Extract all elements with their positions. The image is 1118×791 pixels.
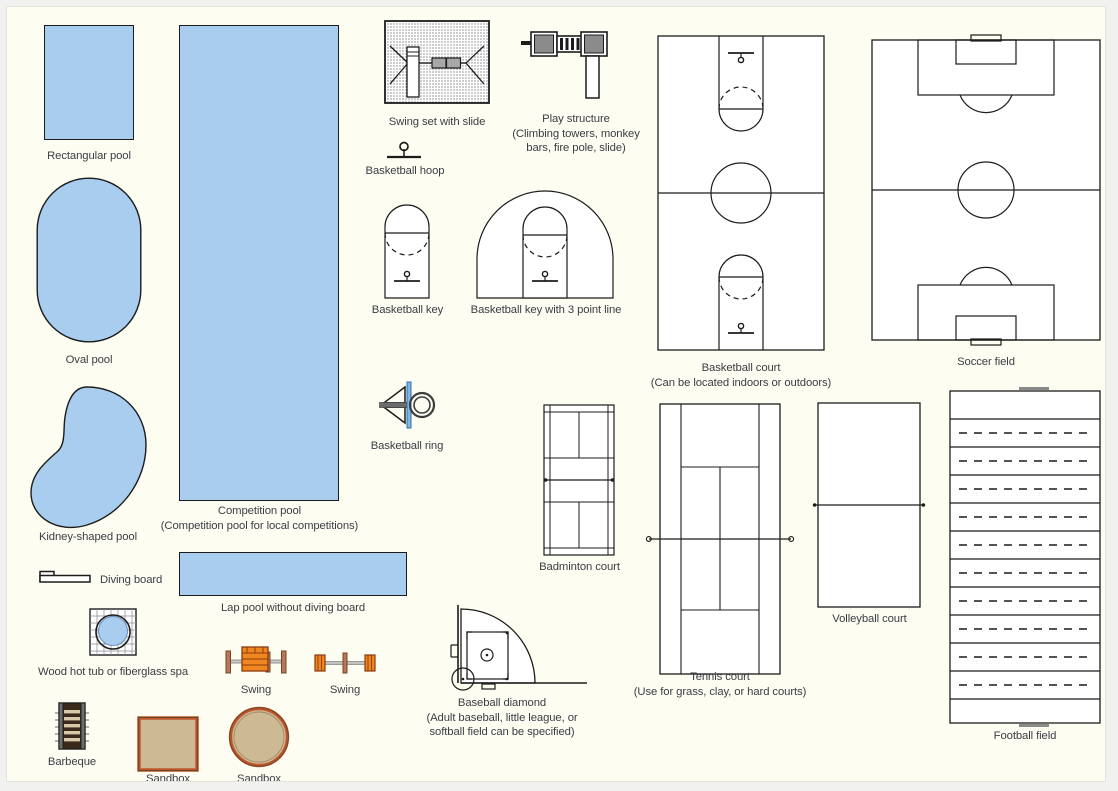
shape-swing-set-slide[interactable] <box>384 20 490 104</box>
shape-football-field[interactable] <box>949 387 1101 727</box>
swing-narrow-graphic <box>314 652 376 674</box>
label-rectangular-pool: Rectangular pool <box>47 150 131 162</box>
swing-set-slide-graphic <box>384 20 490 104</box>
lap-pool-graphic <box>179 552 407 596</box>
label-basketball-court: Basketball court (Can be located indoors… <box>650 362 832 389</box>
shape-basketball-ring[interactable] <box>377 379 443 431</box>
baseball-diamond-graphic <box>450 605 587 691</box>
shape-basketball-key-3pt[interactable] <box>475 190 615 299</box>
label-competition-pool: Competition pool (Competition pool for l… <box>160 505 359 532</box>
shape-competition-pool[interactable] <box>179 25 339 501</box>
shape-badminton-court[interactable] <box>543 404 615 556</box>
label-football-field: Football field <box>993 730 1057 742</box>
shape-sandbox-round[interactable] <box>228 706 290 768</box>
basketball-hoop-graphic <box>387 141 421 159</box>
soccer-field-graphic <box>871 34 1101 346</box>
label-badminton-court: Badminton court <box>539 561 620 573</box>
label-swing-narrow: Swing <box>329 684 361 696</box>
shape-tennis-court[interactable] <box>645 403 795 675</box>
hot-tub-graphic <box>89 608 137 656</box>
shape-hot-tub[interactable] <box>89 608 137 656</box>
shape-lap-pool[interactable] <box>179 552 407 596</box>
label-basketball-key-3pt: Basketball key with 3 point line <box>470 304 622 316</box>
label-oval-pool: Oval pool <box>65 354 113 366</box>
label-play-structure: Play structure (Climbing towers, monkey … <box>512 113 640 154</box>
volleyball-court-graphic <box>812 402 926 608</box>
shape-diving-board[interactable] <box>39 569 91 587</box>
shape-baseball-diamond[interactable] <box>441 603 589 691</box>
label-baseball-diamond: Baseball diamond (Adult baseball, little… <box>426 697 578 738</box>
swing-wide-graphic <box>225 646 287 674</box>
rectangular-pool-graphic <box>44 25 134 140</box>
oval-pool-graphic <box>36 177 142 343</box>
label-barbeque: Barbeque <box>47 756 97 768</box>
shape-basketball-key[interactable] <box>381 204 433 299</box>
shape-soccer-field[interactable] <box>871 34 1101 346</box>
label-swing-wide: Swing <box>240 684 272 696</box>
basketball-court-graphic <box>657 35 825 351</box>
label-soccer-field: Soccer field <box>957 356 1015 368</box>
kidney-pool-graphic <box>30 386 147 529</box>
label-lap-pool: Lap pool without diving board <box>220 602 366 614</box>
badminton-court-graphic <box>543 404 615 556</box>
shape-rectangular-pool[interactable] <box>44 25 134 140</box>
shape-swing-wide[interactable] <box>223 643 289 679</box>
shape-sandbox-square[interactable] <box>137 716 199 772</box>
shape-swing-narrow[interactable] <box>313 650 377 676</box>
sandbox-square-graphic <box>137 716 199 772</box>
basketball-key-3pt-graphic <box>476 190 614 299</box>
football-field-graphic <box>949 387 1101 727</box>
shape-barbeque[interactable] <box>49 701 95 751</box>
sandbox-round-graphic <box>228 706 290 768</box>
shape-oval-pool[interactable] <box>36 177 142 343</box>
tennis-court-graphic <box>645 403 795 675</box>
label-volleyball-court: Volleyball court <box>832 613 907 625</box>
diving-board-graphic <box>39 570 91 583</box>
label-kidney-pool: Kidney-shaped pool <box>38 531 138 543</box>
shape-basketball-court[interactable] <box>657 35 825 351</box>
label-basketball-hoop: Basketball hoop <box>365 165 445 177</box>
label-tennis-court: Tennis court (Use for grass, clay, or ha… <box>633 671 807 698</box>
play-structure-graphic <box>521 31 608 99</box>
label-sandbox-round: Sandbox <box>237 773 281 782</box>
label-basketball-key: Basketball key <box>371 304 444 316</box>
shape-basketball-hoop[interactable] <box>385 141 423 161</box>
basketball-ring-graphic <box>379 381 436 429</box>
label-basketball-ring: Basketball ring <box>370 440 444 452</box>
label-hot-tub: Wood hot tub or fiberglass spa <box>37 666 189 678</box>
barbeque-graphic <box>55 702 89 750</box>
basketball-key-graphic <box>384 204 430 299</box>
shape-library-canvas: Rectangular pool Oval pool Kidney-shaped… <box>6 6 1106 782</box>
label-sandbox-square: Sandbox <box>146 773 190 782</box>
label-swing-set-slide: Swing set with slide <box>388 116 486 128</box>
shape-play-structure[interactable] <box>519 25 615 103</box>
competition-pool-graphic <box>179 25 339 501</box>
shape-volleyball-court[interactable] <box>812 402 926 608</box>
shape-kidney-pool[interactable] <box>25 385 149 533</box>
